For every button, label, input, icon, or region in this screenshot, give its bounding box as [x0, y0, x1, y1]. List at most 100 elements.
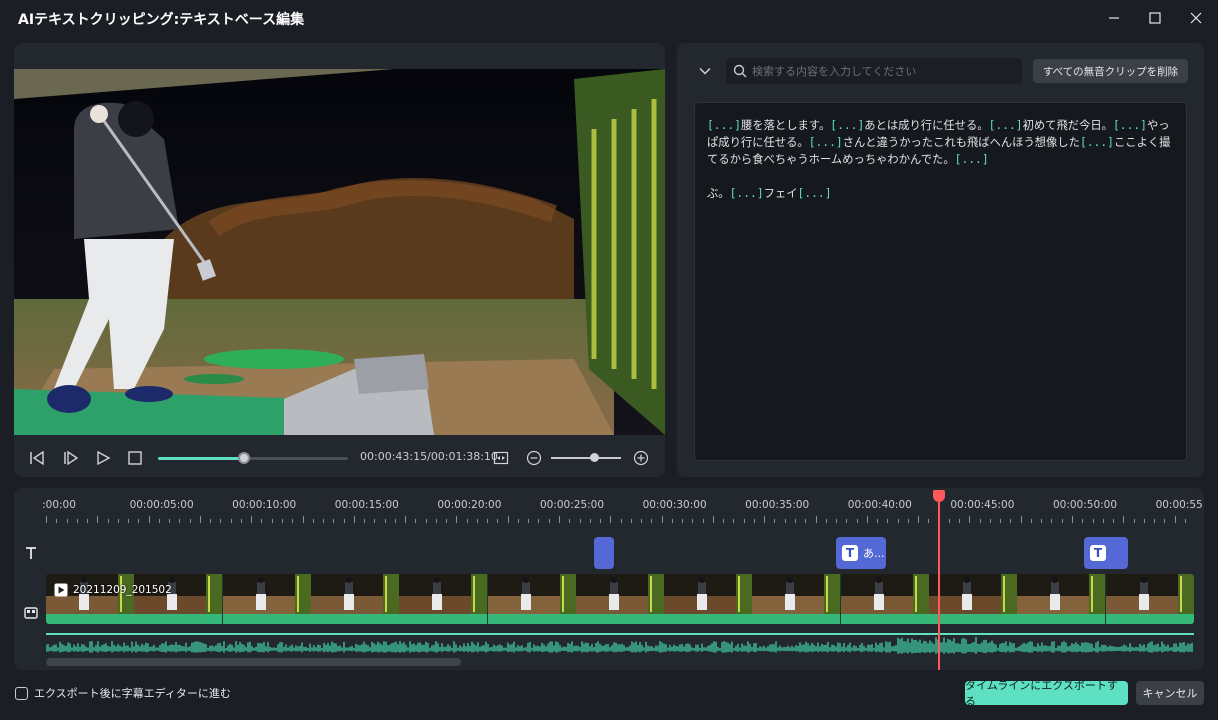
ruler-tick	[261, 519, 263, 523]
ruler-tick	[764, 516, 766, 523]
ruler-tick	[343, 519, 345, 523]
ruler-tick	[117, 519, 119, 523]
ruler-tick	[353, 516, 355, 523]
collapse-button[interactable]	[694, 60, 716, 82]
ruler-tick	[784, 519, 786, 523]
ruler-tick	[292, 519, 294, 523]
ruler-tick	[446, 519, 448, 523]
ruler-tick	[907, 519, 909, 523]
ruler-tick	[1123, 516, 1125, 523]
proceed-checkbox[interactable]	[15, 686, 28, 700]
play-button[interactable]	[92, 447, 114, 469]
transcript-text-area[interactable]: [...]腰を落とします。[...]あとは成り行に任せる。[...]初めて飛だ今…	[694, 102, 1187, 461]
maximize-button[interactable]	[1140, 7, 1170, 29]
ruler-tick	[743, 519, 745, 523]
playback-progress-slider[interactable]	[158, 452, 348, 464]
ruler-tick	[805, 519, 807, 523]
ruler-time-label: 00:00:20:00	[437, 499, 502, 511]
text-clip[interactable]: T	[1084, 537, 1128, 569]
ruler-tick	[1113, 519, 1115, 523]
progress-fill	[158, 457, 244, 460]
maximize-icon	[1149, 12, 1161, 24]
play-icon	[97, 450, 111, 466]
ruler-tick	[877, 519, 879, 523]
silence-marker[interactable]: [...]	[707, 119, 741, 132]
zoom-slider[interactable]	[551, 453, 621, 462]
next-frame-button[interactable]	[60, 447, 82, 469]
ruler-tick	[456, 516, 458, 523]
transcript-segment[interactable]: 初めて飛だ今日。	[1023, 119, 1113, 132]
transcript-segment[interactable]: あとは成り行に任せる。	[864, 119, 988, 132]
video-thumbnail	[134, 574, 223, 624]
export-to-timeline-button[interactable]: タイムラインにエクスポートする	[965, 679, 1128, 708]
ruler-tick	[56, 519, 58, 523]
playhead-handle[interactable]	[933, 490, 945, 502]
silence-marker[interactable]: [...]	[730, 187, 764, 200]
ruler-tick	[846, 519, 848, 523]
transcript-segment[interactable]: ぶ。	[707, 187, 730, 200]
silence-marker[interactable]: [...]	[989, 119, 1023, 132]
ruler-tick	[723, 519, 725, 523]
transcript-segment[interactable]: 腰を落とします。	[741, 119, 830, 132]
ruler-tick	[364, 519, 366, 523]
search-input[interactable]	[752, 58, 1018, 84]
transcript-segment[interactable]: フェイ	[764, 187, 798, 200]
ruler-tick	[138, 519, 140, 523]
close-button[interactable]	[1181, 7, 1211, 29]
ruler-tick	[692, 519, 694, 523]
transcript-paragraph[interactable]: [...]腰を落とします。[...]あとは成り行に任せる。[...]初めて飛だ今…	[707, 117, 1174, 168]
zoom-in-icon	[633, 450, 649, 466]
video-clip[interactable]: 20211209_201502	[46, 574, 1194, 624]
ruler-time-label: 00:00:15:00	[334, 499, 399, 511]
delete-all-silence-button[interactable]: すべての無音クリップを削除	[1033, 59, 1188, 83]
timeline-horizontal-scrollbar[interactable]	[46, 658, 461, 666]
text-clip[interactable]: T あ...	[836, 537, 886, 569]
silence-marker[interactable]: [...]	[1113, 119, 1147, 132]
video-thumbnail	[840, 574, 929, 624]
prev-frame-button[interactable]	[26, 447, 48, 469]
ruler-tick	[476, 519, 478, 523]
cancel-button[interactable]: キャンセル	[1136, 681, 1204, 705]
ruler-tick	[836, 519, 838, 523]
ruler-tick	[507, 516, 509, 523]
proceed-to-subtitle-editor-option[interactable]: エクスポート後に字幕エディターに進む	[15, 685, 231, 701]
video-preview[interactable]	[14, 69, 665, 435]
audio-waveform[interactable]	[46, 626, 1194, 656]
video-thumbnail	[929, 574, 1017, 624]
search-box[interactable]	[726, 58, 1022, 84]
ruler-tick	[959, 519, 961, 523]
ruler-tick	[928, 519, 930, 523]
timeline-panel: :00:00 00:00:05:00 00:00:10:00 00:00:15:00 0…	[14, 488, 1204, 670]
fit-width-icon	[493, 451, 509, 465]
silence-marker[interactable]: [...]	[830, 119, 864, 132]
video-thumbnail	[664, 574, 753, 624]
time-ruler[interactable]: :00:00 00:00:05:00 00:00:10:00 00:00:15:00 0…	[14, 488, 1204, 528]
zoom-in-button[interactable]	[630, 447, 652, 469]
zoom-knob[interactable]	[590, 453, 600, 462]
transcript-segment[interactable]: さんと違うかったこれも飛ばへんほう想像した	[843, 136, 1080, 149]
ruler-tick	[948, 519, 950, 523]
ruler-tick	[323, 519, 325, 523]
ruler-tick	[1010, 519, 1012, 523]
ruler-tick	[1030, 519, 1032, 523]
zoom-out-button[interactable]	[523, 447, 545, 469]
text-track-icon	[23, 545, 39, 561]
ruler-tick	[271, 519, 273, 523]
silence-marker[interactable]: [...]	[1080, 136, 1114, 149]
minimize-button[interactable]	[1099, 7, 1129, 29]
ruler-tick	[569, 519, 571, 523]
ruler-tick	[107, 519, 109, 523]
transcript-paragraph[interactable]: ぶ。[...]フェイ[...]	[707, 185, 1174, 202]
silence-marker[interactable]: [...]	[955, 153, 989, 166]
silence-marker[interactable]: [...]	[798, 187, 832, 200]
ruler-tick	[425, 519, 427, 523]
fit-button[interactable]	[490, 447, 512, 469]
video-thumbnail	[752, 574, 841, 624]
silence-marker[interactable]: [...]	[809, 136, 843, 149]
progress-knob[interactable]	[237, 452, 250, 464]
stop-button[interactable]	[124, 447, 146, 469]
ruler-tick	[548, 519, 550, 523]
ruler-tick	[251, 516, 253, 523]
chevron-down-icon	[699, 67, 711, 75]
text-clip[interactable]	[594, 537, 614, 569]
